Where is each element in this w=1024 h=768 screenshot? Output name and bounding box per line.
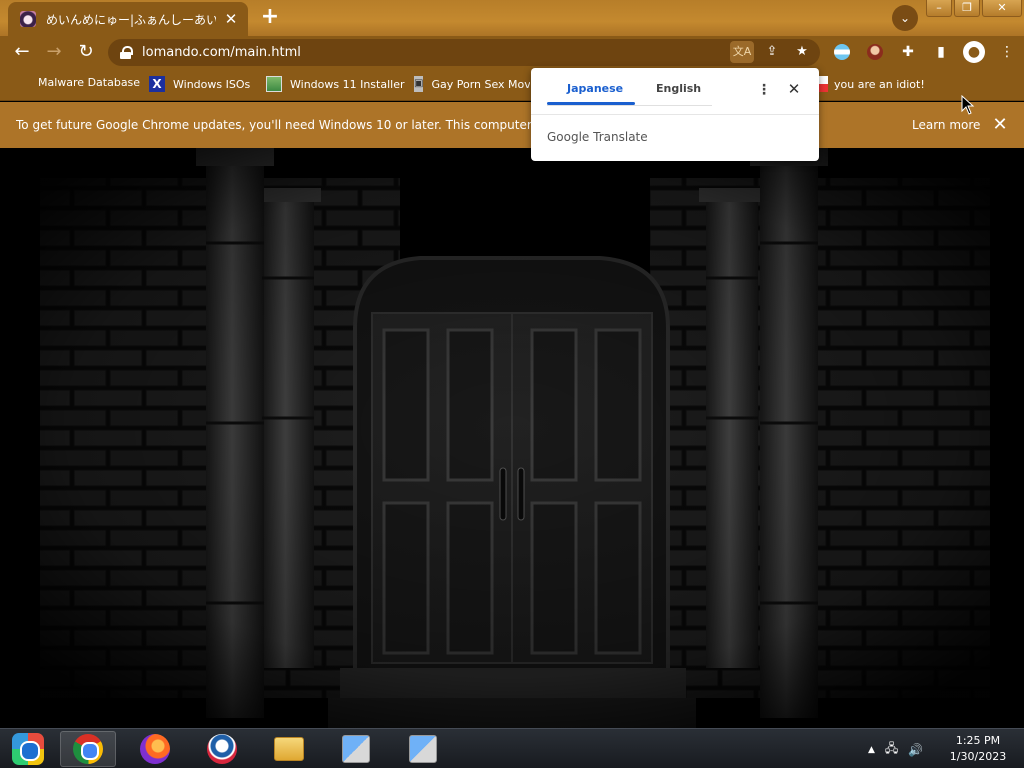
translate-tab-divider bbox=[547, 105, 712, 106]
address-bar[interactable]: lomando.com/main.html 文A ⇪ ★ bbox=[108, 39, 820, 66]
translate-tab-indicator bbox=[547, 102, 635, 105]
update-infobar: To get future Google Chrome updates, you… bbox=[0, 102, 1024, 148]
profile-avatar[interactable]: ● bbox=[962, 40, 986, 64]
minimize-button[interactable]: – bbox=[926, 0, 952, 17]
bookmark-malware-database[interactable]: Malware Database bbox=[38, 76, 140, 89]
browser-tab-active[interactable]: めいんめにゅー|ふぁんしーあいらんど ✕ bbox=[8, 2, 248, 36]
back-arrow-icon[interactable]: ← bbox=[10, 40, 34, 64]
infobar-close-icon[interactable]: ✕ bbox=[990, 114, 1010, 135]
bookmark-windows-11-installer[interactable]: Windows 11 Installer bbox=[266, 76, 405, 92]
bookmark-label: Malware Database bbox=[38, 76, 141, 89]
bookmark-label: Gay Porn Sex Mov bbox=[431, 77, 530, 91]
infobar-message: To get future Google Chrome updates, you… bbox=[16, 118, 536, 132]
dungeon-door-scene bbox=[0, 148, 1024, 728]
person-icon: ● bbox=[963, 41, 985, 63]
obama-logo-icon bbox=[207, 734, 237, 764]
translate-options-icon[interactable]: ⋮ bbox=[757, 81, 771, 99]
extensions-area: ✚ ▮ ● ⋮ bbox=[830, 40, 1024, 64]
translate-tab-english[interactable]: English bbox=[656, 82, 701, 95]
tab-title: めいんめにゅー|ふぁんしーあいらんど bbox=[46, 12, 216, 27]
extensions-puzzle-icon[interactable]: ✚ bbox=[896, 40, 920, 64]
restore-button[interactable]: ❐ bbox=[954, 0, 980, 17]
taskbar-firefox[interactable] bbox=[127, 731, 183, 767]
site-favicon-icon bbox=[20, 11, 36, 27]
taskbar-setup-1[interactable] bbox=[328, 731, 384, 767]
clock-date: 1/30/2023 bbox=[949, 750, 1007, 763]
translate-wordmark: Translate bbox=[593, 130, 648, 144]
extension-avatar-icon[interactable] bbox=[863, 40, 887, 64]
bookmark-label: Windows 11 Installer bbox=[290, 77, 405, 91]
clock[interactable]: 1:25 PM 1/30/2023 bbox=[940, 733, 1016, 765]
tab-search-button[interactable]: ⌄ bbox=[892, 5, 918, 31]
setup-installer-icon bbox=[342, 735, 370, 763]
reload-icon[interactable]: ↻ bbox=[74, 40, 98, 64]
start-button[interactable] bbox=[6, 732, 50, 766]
vignette-overlay bbox=[0, 148, 1024, 728]
translate-tab-japanese[interactable]: Japanese bbox=[567, 82, 623, 95]
package-icon: ▣ bbox=[414, 76, 424, 92]
flag-icon bbox=[818, 76, 828, 92]
share-icon[interactable]: ⇪ bbox=[760, 41, 784, 63]
learn-more-link[interactable]: Learn more bbox=[912, 118, 980, 132]
taskbar: ▲ 🖧 🔊 1:25 PM 1/30/2023 bbox=[0, 728, 1024, 768]
bookmark-gay-porn-sex-mov[interactable]: ▣ Gay Porn Sex Mov bbox=[414, 76, 530, 92]
firefox-icon bbox=[140, 734, 170, 764]
new-tab-button[interactable]: + bbox=[258, 4, 282, 30]
side-panel-icon[interactable]: ▮ bbox=[929, 40, 953, 64]
chrome-icon bbox=[73, 734, 103, 764]
image-icon bbox=[266, 76, 282, 92]
forward-arrow-icon[interactable]: → bbox=[42, 40, 66, 64]
taskbar-file-explorer[interactable] bbox=[261, 731, 317, 767]
translate-separator bbox=[531, 114, 819, 115]
bookmark-windows-isos[interactable]: X Windows ISOs bbox=[149, 76, 250, 92]
bookmark-star-icon[interactable]: ★ bbox=[790, 41, 814, 63]
taskbar-obama-app[interactable] bbox=[194, 731, 250, 767]
taskbar-chrome[interactable] bbox=[60, 731, 116, 767]
bookmark-label: Windows ISOs bbox=[173, 77, 251, 91]
volume-icon[interactable]: 🔊 bbox=[908, 743, 923, 757]
omnibox-actions: 文A ⇪ ★ bbox=[724, 41, 814, 63]
system-tray: ▲ 🖧 🔊 bbox=[868, 739, 933, 760]
mouse-cursor-icon bbox=[961, 95, 975, 115]
bookmark-you-are-an-idiot[interactable]: you are an idiot! bbox=[818, 76, 925, 92]
page-content bbox=[0, 148, 1024, 728]
close-window-button[interactable]: ✕ bbox=[982, 0, 1022, 17]
translate-close-icon[interactable]: ✕ bbox=[785, 80, 803, 98]
bookmark-label: you are an idiot! bbox=[834, 77, 925, 91]
taskbar-setup-2[interactable] bbox=[395, 731, 451, 767]
setup-installer-icon bbox=[409, 735, 437, 763]
google-translate-branding: Google Translate bbox=[547, 130, 648, 144]
extension-flag-icon[interactable] bbox=[830, 40, 854, 64]
tab-close-icon[interactable]: ✕ bbox=[222, 10, 240, 28]
tray-overflow-icon[interactable]: ▲ bbox=[868, 745, 875, 755]
lock-icon[interactable] bbox=[120, 46, 133, 59]
translate-icon[interactable]: 文A bbox=[730, 41, 754, 63]
google-wordmark: Google bbox=[547, 130, 590, 144]
translate-popup: Japanese English ⋮ ✕ Google Translate bbox=[531, 68, 819, 161]
clock-time: 1:25 PM bbox=[955, 734, 1001, 747]
start-orb-icon bbox=[12, 733, 44, 765]
browser-toolbar: ← → ↻ lomando.com/main.html 文A ⇪ ★ ✚ ▮ ●… bbox=[0, 36, 1024, 68]
tab-strip: めいんめにゅー|ふぁんしーあいらんど ✕ + ⌄ – ❐ ✕ bbox=[0, 0, 1024, 36]
network-icon[interactable]: 🖧 bbox=[885, 739, 898, 760]
window-controls: – ❐ ✕ bbox=[924, 0, 1022, 17]
url-text: lomando.com/main.html bbox=[142, 45, 301, 60]
folder-icon bbox=[274, 737, 304, 761]
chrome-menu-icon[interactable]: ⋮ bbox=[995, 40, 1019, 64]
bookmarks-bar: Malware Database X Windows ISOs Windows … bbox=[0, 68, 1024, 101]
x-logo-icon: X bbox=[149, 76, 165, 92]
